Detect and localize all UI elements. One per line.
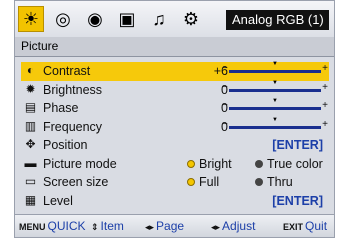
picture-tab-icon[interactable]: ☀ xyxy=(18,6,44,32)
row-label: Phase xyxy=(43,101,79,115)
adjust-hint: ◂▸ Adjust xyxy=(211,219,256,233)
option-full[interactable]: Full xyxy=(187,175,219,189)
contrast-icon: ◐ xyxy=(26,63,35,77)
phase-slider[interactable]: − ▼ + xyxy=(222,98,328,111)
input-source-label: Analog RGB (1) xyxy=(226,10,329,30)
level-enter-button[interactable]: [ENTER] xyxy=(272,194,323,208)
frequency-icon: ▥ xyxy=(24,118,37,133)
display-tab-icon[interactable]: ▣ xyxy=(114,6,140,32)
radio-unselected-icon xyxy=(255,178,263,186)
row-contrast[interactable]: ◐ Contrast +6 − ▼ + xyxy=(21,61,329,81)
row-label: Frequency xyxy=(43,119,103,134)
section-header: Picture xyxy=(15,37,334,57)
brightness-slider[interactable]: − ▼ + xyxy=(222,80,328,93)
osd-menu: ☀ ◎ ◉ ▣ ♫ ⚙ Analog RGB (1) Picture ◐ Con… xyxy=(14,0,335,238)
option-true-color[interactable]: True color xyxy=(255,157,323,171)
row-brightness[interactable]: ✹ Brightness 0 − ▼ + xyxy=(21,80,329,100)
row-position[interactable]: ✥ Position [ENTER] xyxy=(21,136,329,155)
row-label: Picture mode xyxy=(43,156,117,171)
picture-mode-icon: ▬ xyxy=(24,155,37,170)
radio-selected-icon xyxy=(187,178,195,186)
quit-hint: EXIT Quit xyxy=(283,219,328,233)
adjust-key-icon: ◂▸ xyxy=(211,222,221,232)
exit-key-icon: EXIT xyxy=(283,222,304,232)
settings-list: ◐ Contrast +6 − ▼ + ✹ Brightness 0 − ▼ +… xyxy=(21,61,329,211)
item-hint: ⇕ Item xyxy=(91,219,124,233)
row-level[interactable]: ▦ Level [ENTER] xyxy=(21,192,329,211)
contrast-slider[interactable]: − ▼ + xyxy=(222,61,328,74)
setup-tab-icon[interactable]: ⚙ xyxy=(178,6,204,32)
row-frequency[interactable]: ▥ Frequency 0 − ▼ + xyxy=(21,117,329,137)
screen-size-icon: ▭ xyxy=(24,174,37,188)
position-enter-button[interactable]: [ENTER] xyxy=(272,138,323,152)
section-title: Picture xyxy=(21,39,59,53)
menu-key-icon: MENU xyxy=(19,222,46,232)
option-thru[interactable]: Thru xyxy=(255,175,293,189)
image-adjust-tab-icon[interactable]: ◎ xyxy=(50,6,76,32)
key-guide-bar: MENU QUICK ⇕ Item ◂▸ Page ◂▸ Adjust EXIT Quit xyxy=(15,214,334,237)
level-icon: ▦ xyxy=(24,192,37,207)
frequency-slider[interactable]: − ▼ + xyxy=(222,117,328,130)
left-right-key-icon: ◂▸ xyxy=(145,222,155,232)
quick-hint: MENU QUICK xyxy=(19,219,86,233)
row-label: Contrast xyxy=(43,64,91,78)
phase-icon: ▤ xyxy=(24,100,37,114)
row-label: Brightness xyxy=(43,82,103,97)
radio-unselected-icon xyxy=(255,159,263,168)
row-phase[interactable]: ▤ Phase 0 − ▼ + xyxy=(21,98,329,118)
radio-selected-icon xyxy=(187,159,195,168)
audio-tab-icon[interactable]: ♫ xyxy=(146,6,172,32)
up-down-key-icon: ⇕ xyxy=(91,222,99,232)
row-label: Position xyxy=(43,138,88,152)
option-bright[interactable]: Bright xyxy=(187,157,232,171)
video-tab-icon[interactable]: ◉ xyxy=(82,6,108,32)
row-label: Level xyxy=(43,193,73,208)
row-label: Screen size xyxy=(43,175,109,189)
row-screen-size[interactable]: ▭ Screen size Full Thru xyxy=(21,173,329,192)
position-icon: ✥ xyxy=(25,137,36,151)
tab-bar: ☀ ◎ ◉ ▣ ♫ ⚙ Analog RGB (1) xyxy=(15,1,334,38)
page-hint: ◂▸ Page xyxy=(145,219,185,233)
brightness-icon: ✹ xyxy=(25,81,36,96)
row-picture-mode[interactable]: ▬ Picture mode Bright True color xyxy=(21,155,329,174)
